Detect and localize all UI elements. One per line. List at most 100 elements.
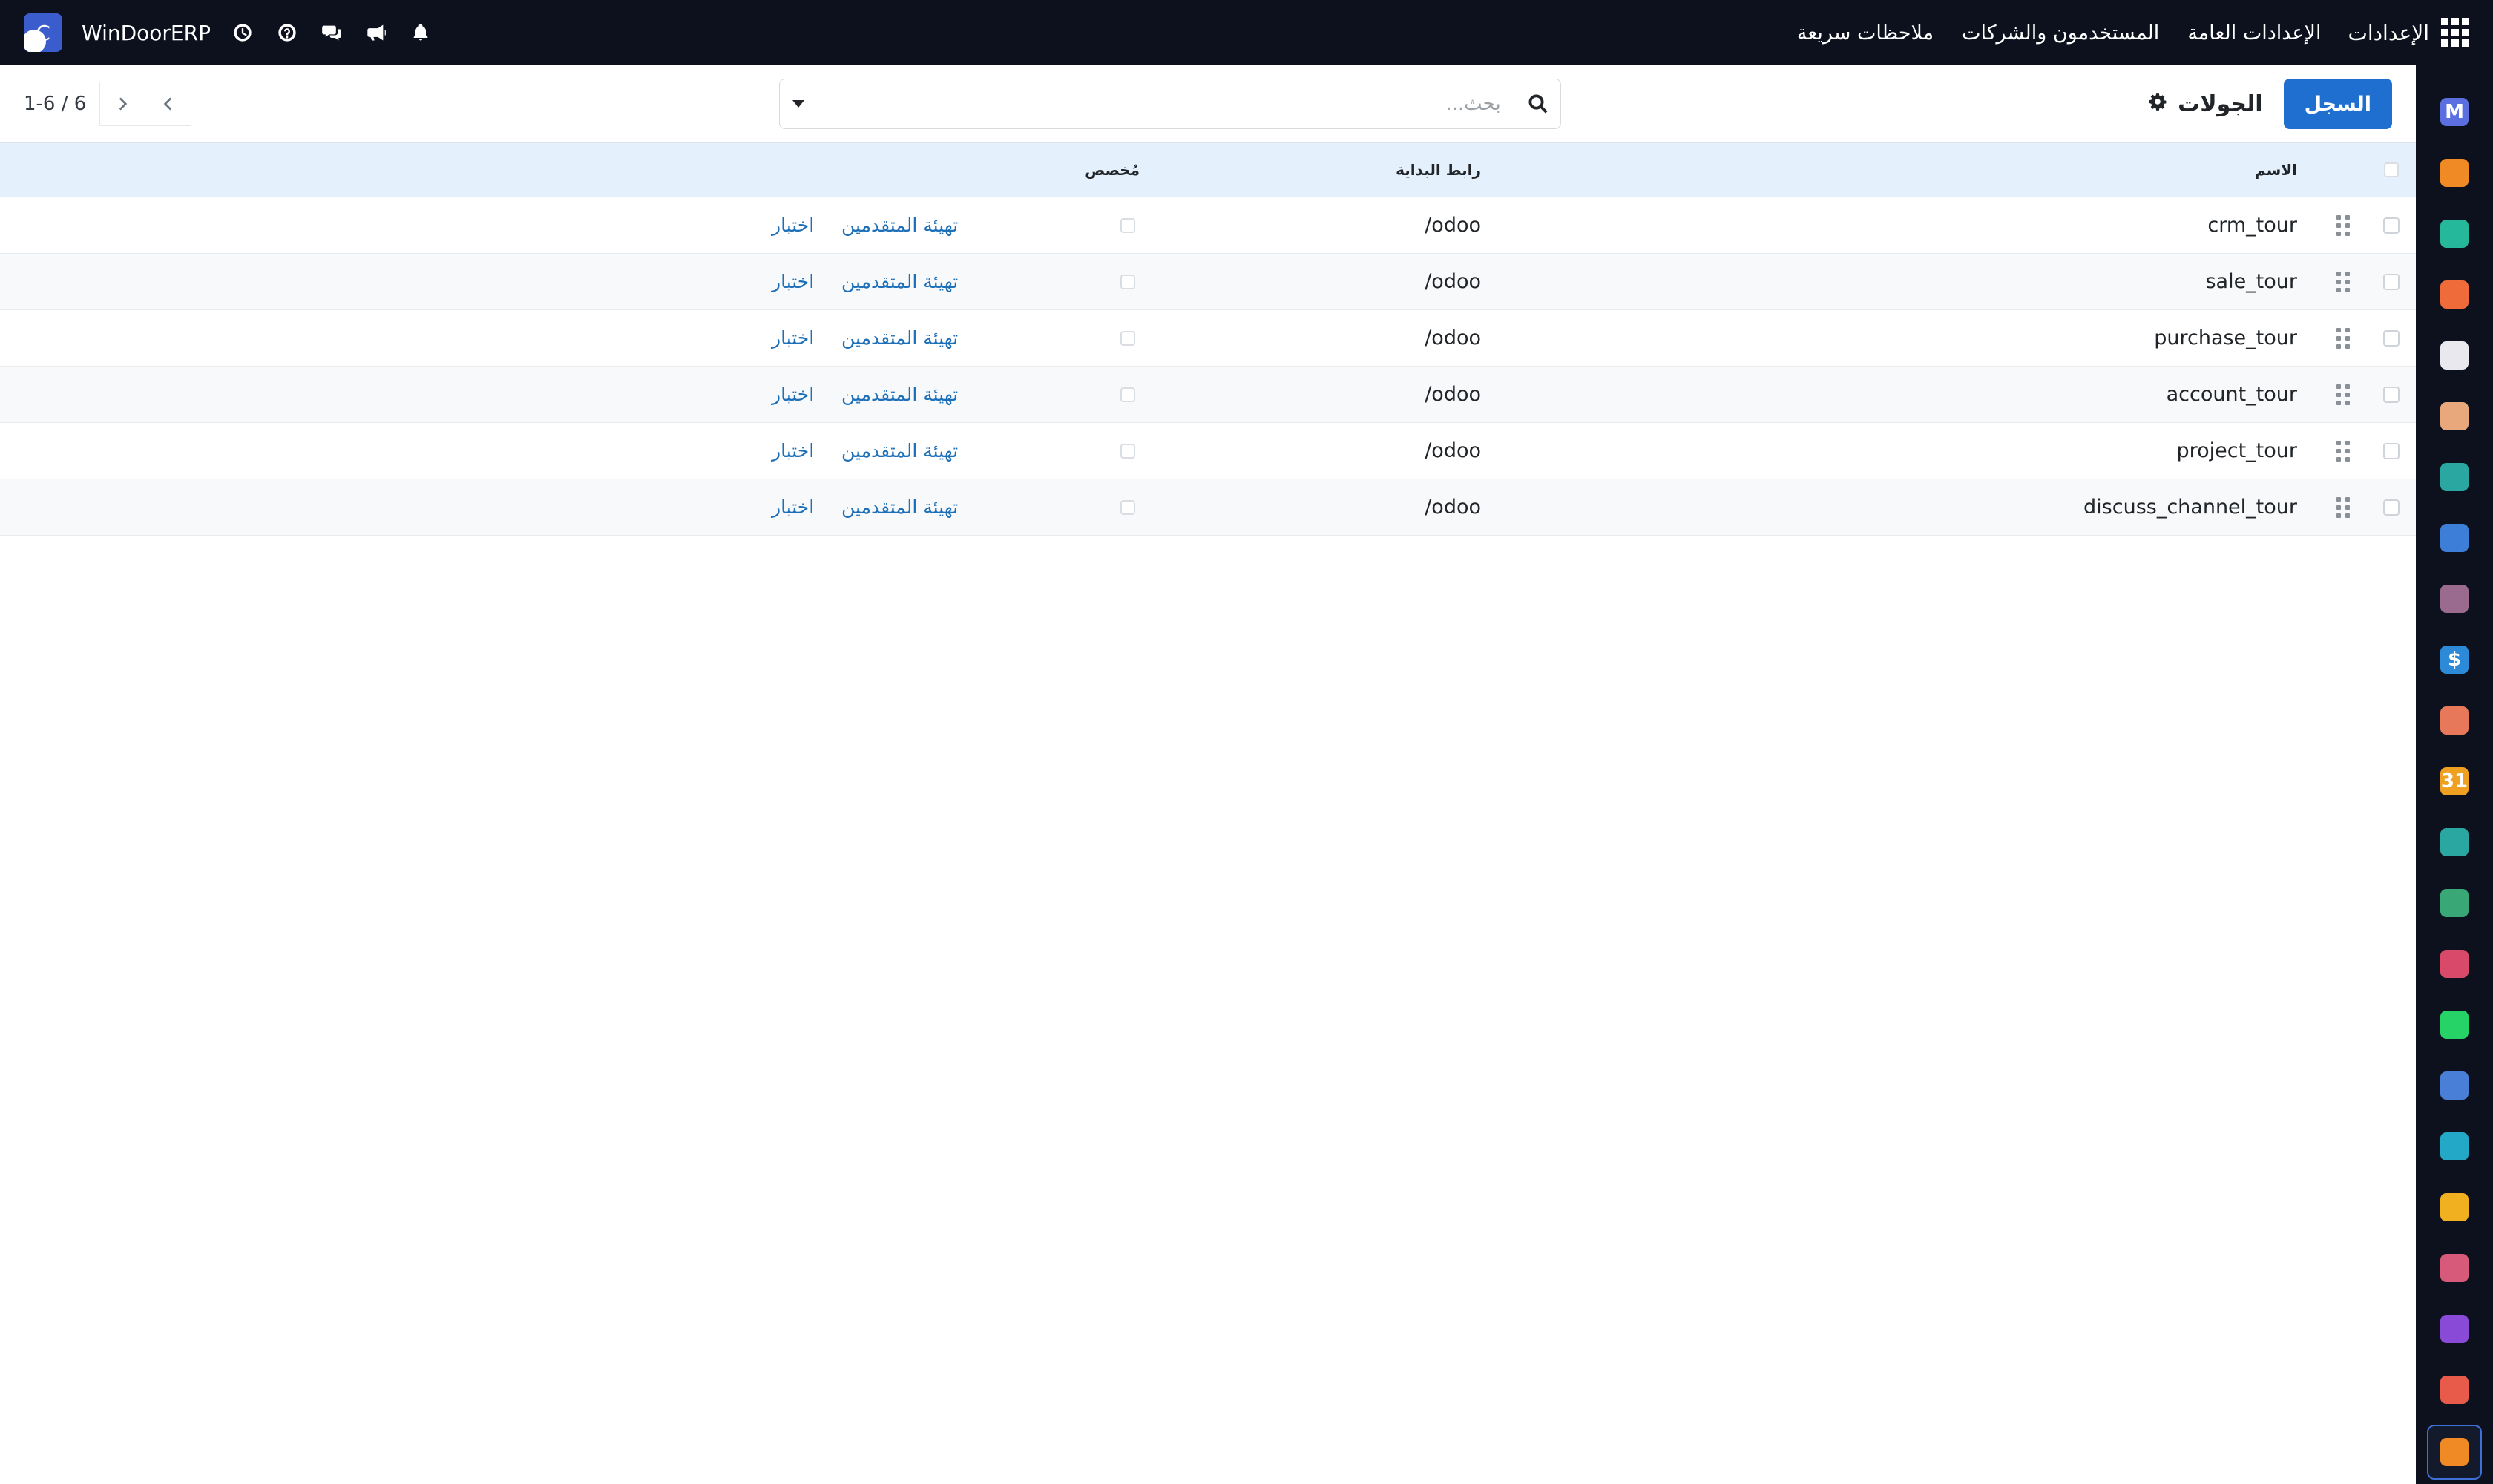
table-row[interactable]: discuss_channel_tour /odoo تهيئة المتقدم… [0,479,2416,536]
menu-users-companies[interactable]: المستخدمون والشركات [1962,22,2159,45]
row-checkbox[interactable] [2383,273,2400,290]
tour-name: account_tour [2166,383,2297,406]
checkmark-app-icon [2440,463,2469,491]
pager-next-button[interactable] [99,82,146,126]
custom-cell [1117,423,1138,479]
tour-name: project_tour [2176,439,2297,462]
dock-app-16[interactable] [2434,994,2475,1055]
row-select-cell [2374,479,2408,535]
dock-app-13[interactable] [2434,812,2475,873]
gauge-app-icon [2440,1071,2469,1100]
chat-icon[interactable] [318,19,346,47]
menu-quick-notes[interactable]: ملاحظات سريعة [1797,22,1934,45]
reset-onboarding-link[interactable]: تهيئة المتقدمين [841,440,958,462]
row-checkbox[interactable] [2383,386,2400,403]
drag-handle[interactable] [2330,423,2356,479]
row-checkbox[interactable] [2383,329,2400,347]
search-icon[interactable] [1516,79,1560,128]
dock-app-2[interactable] [2434,142,2475,203]
avatar-status-dot [24,30,46,52]
badge-app-icon [2440,889,2469,917]
dock-app-15[interactable] [2434,933,2475,994]
drag-handle[interactable] [2330,310,2356,366]
new-record-button[interactable]: السجل [2283,79,2392,129]
settings-app-icon [2440,1438,2469,1466]
menu-brand[interactable]: الإعدادات [2348,21,2429,45]
drag-handle[interactable] [2330,479,2356,535]
column-header-name[interactable]: الاسم [2255,143,2297,197]
column-header-custom[interactable]: مُخصص [1085,143,1140,197]
row-checkbox[interactable] [2383,499,2400,516]
megaphone-icon[interactable] [362,19,390,47]
dock-app-10[interactable]: $ [2434,629,2475,690]
table-row[interactable]: account_tour /odoo تهيئة المتقدمين اختبا… [0,367,2416,423]
search-bar [778,79,1561,129]
reset-onboarding-link[interactable]: تهيئة المتقدمين [841,214,958,236]
company-switcher[interactable]: WinDoorERP [82,21,211,45]
clock-icon[interactable] [229,19,257,47]
dock-app-14[interactable] [2434,873,2475,933]
app-grid-icon[interactable] [2440,18,2469,47]
drag-handle[interactable] [2330,367,2356,422]
hexagon-app-icon [2440,1315,2469,1343]
gear-icon[interactable] [2148,91,2167,117]
test-tour-link[interactable]: اختبار [772,440,814,462]
dock-app-9[interactable] [2434,568,2475,629]
dock-app-21[interactable] [2434,1298,2475,1359]
dock-app-18[interactable] [2434,1116,2475,1177]
table-row[interactable]: sale_tour /odoo تهيئة المتقدمين اختبار [0,254,2416,310]
user-avatar[interactable]: C [24,13,62,52]
drag-handle-icon [2336,384,2350,405]
chevron-right-icon [119,97,128,111]
dock-app-11[interactable] [2434,690,2475,751]
table-row[interactable]: project_tour /odoo تهيئة المتقدمين اختبا… [0,423,2416,479]
custom-cell [1117,479,1138,535]
select-all-checkbox[interactable] [2384,162,2399,177]
custom-checkbox [1120,274,1135,289]
custom-checkbox [1120,387,1135,402]
dock-app-5[interactable] [2434,325,2475,386]
table-row[interactable]: purchase_tour /odoo تهيئة المتقدمين اختب… [0,310,2416,367]
navbar-menu: الإعدادات الإعدادات العامة المستخدمون وا… [1797,0,2493,65]
menu-general-settings[interactable]: الإعدادات العامة [2187,22,2321,45]
drag-handle-icon [2336,214,2350,236]
test-tour-link[interactable]: اختبار [772,384,814,405]
dock-app-3[interactable] [2434,203,2475,264]
test-tour-link[interactable]: اختبار [772,214,814,236]
pager-counter[interactable]: 1-6 / 6 [24,93,86,115]
reset-onboarding-link[interactable]: تهيئة المتقدمين [841,384,958,405]
column-header-url[interactable]: رابط البداية [1396,143,1481,197]
search-options-toggle[interactable] [780,79,818,128]
dock-app-12[interactable]: 31 [2434,751,2475,812]
pager-previous-button[interactable] [145,82,192,126]
test-tour-link[interactable]: اختبار [772,271,814,292]
test-tour-link[interactable]: اختبار [772,496,814,518]
search-input[interactable] [818,79,1516,128]
table-row[interactable]: crm_tour /odoo تهيئة المتقدمين اختبار [0,197,2416,254]
row-checkbox[interactable] [2383,442,2400,459]
reset-onboarding-link[interactable]: تهيئة المتقدمين [841,271,958,292]
dock-app-22[interactable] [2434,1359,2475,1420]
dock-app-17[interactable] [2434,1055,2475,1116]
dock-app-8[interactable] [2434,508,2475,568]
dock-app-23[interactable] [2427,1425,2482,1480]
custom-cell [1117,254,1138,309]
dock-app-19[interactable] [2434,1177,2475,1238]
dock-app-20[interactable] [2434,1238,2475,1298]
tour-name: sale_tour [2205,270,2297,293]
dock-app-4[interactable] [2434,264,2475,325]
reset-onboarding-link[interactable]: تهيئة المتقدمين [841,327,958,349]
test-tour-link[interactable]: اختبار [772,327,814,349]
drag-handle[interactable] [2330,197,2356,253]
dock-app-7[interactable] [2434,447,2475,508]
drag-handle[interactable] [2330,254,2356,309]
chat-bubble-app-icon [2440,159,2469,187]
bell-icon[interactable] [407,19,435,47]
row-checkbox[interactable] [2383,217,2400,234]
reset-onboarding-link[interactable]: تهيئة المتقدمين [841,496,958,518]
dock-app-1[interactable]: M [2434,82,2475,142]
dock-app-6[interactable] [2434,386,2475,447]
title-area: السجل الجولات [2148,79,2416,129]
help-icon[interactable] [273,19,301,47]
control-panel: 1-6 / 6 السجل الجولات [0,65,2416,142]
